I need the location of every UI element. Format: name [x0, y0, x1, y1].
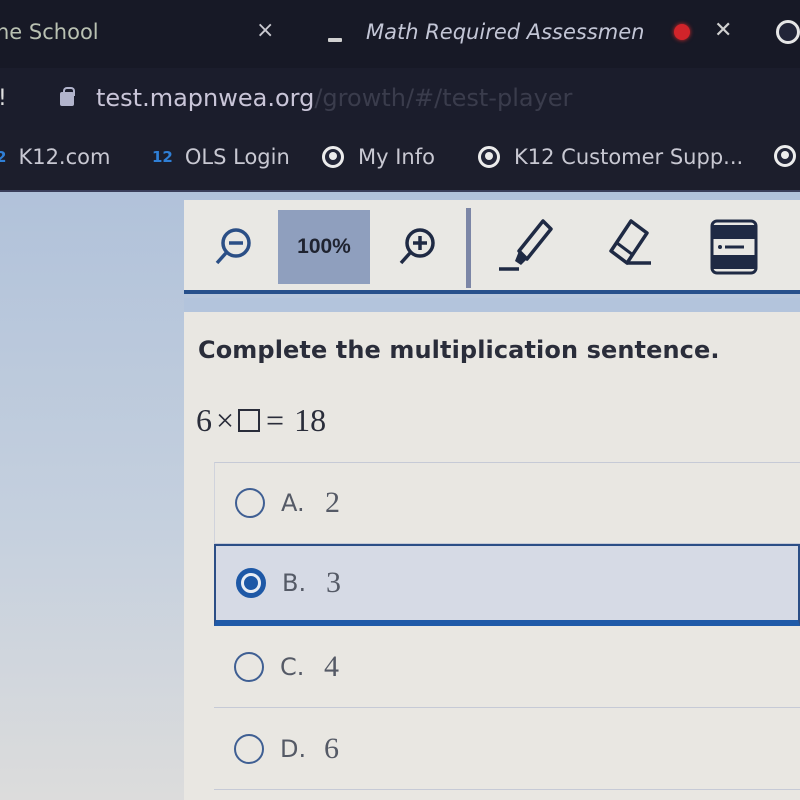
zoom-in-icon	[399, 228, 435, 265]
zoom-out-icon	[215, 228, 251, 265]
bookmark-k12-support[interactable]: K12 Customer Supp...	[478, 145, 743, 169]
url-host: test.mapnwea.org	[96, 84, 315, 112]
lock-icon[interactable]	[60, 87, 75, 106]
equation-equals: =	[266, 402, 285, 438]
option-letter: A.	[281, 489, 305, 517]
eraser-button[interactable]	[596, 210, 666, 284]
bookmark-k12[interactable]: 2 K12.com	[0, 145, 110, 169]
bookmark-label: K12.com	[18, 145, 111, 169]
blank-box	[238, 409, 261, 432]
zoom-level: 100%	[278, 210, 370, 284]
reload-icon[interactable]: !	[0, 86, 7, 111]
k12-icon: 2	[0, 148, 7, 166]
option-value: 3	[326, 566, 341, 599]
option-a[interactable]: A. 2	[214, 462, 800, 544]
recording-icon	[674, 24, 690, 40]
option-value: 2	[325, 486, 340, 519]
bookmark-more[interactable]	[774, 145, 800, 167]
highlighter-icon	[499, 219, 553, 271]
question-prompt: Complete the multiplication sentence.	[198, 336, 720, 364]
option-c[interactable]: C. 4	[214, 626, 800, 708]
test-toolbar: 100%	[184, 200, 800, 294]
radio-unchecked-icon[interactable]	[235, 488, 265, 518]
equation-right: 18	[294, 402, 327, 438]
line-reader-button[interactable]	[702, 210, 766, 284]
option-letter: D.	[280, 734, 307, 763]
radio-checked-icon[interactable]	[236, 568, 266, 598]
k12-icon: 12	[152, 148, 173, 166]
option-value: 4	[324, 649, 339, 683]
eraser-icon	[609, 219, 651, 265]
radio-unchecked-icon[interactable]	[234, 733, 264, 764]
url-path: /growth/#/test-player	[314, 84, 573, 112]
option-d[interactable]: D. 6	[214, 708, 800, 790]
highlighter-button[interactable]	[490, 210, 560, 284]
bookmark-label: My Info	[358, 145, 435, 169]
tab-online-school[interactable]: ne School	[0, 20, 99, 44]
option-letter: C.	[280, 652, 305, 681]
zoom-out-button[interactable]	[206, 210, 262, 284]
bookmark-label: OLS Login	[184, 145, 290, 169]
equation: 6 × = 18	[196, 402, 326, 439]
bookmark-my-info[interactable]: My Info	[322, 145, 435, 169]
equation-left: 6	[196, 402, 212, 438]
globe-icon[interactable]	[776, 20, 800, 44]
line-reader-icon	[710, 219, 758, 275]
tab-close-icon[interactable]: ×	[256, 18, 274, 43]
url-field[interactable]: test.mapnwea.org/growth/#/test-player	[96, 84, 572, 112]
toolbar-underband	[184, 298, 800, 312]
radio-unchecked-icon[interactable]	[234, 651, 264, 682]
minimize-icon[interactable]	[328, 38, 342, 42]
answer-options: A. 2 B. 3 C. 4 D. 6	[214, 462, 800, 790]
equation-operator: ×	[216, 402, 235, 438]
option-b[interactable]: B. 3	[214, 544, 800, 626]
mute-tab-icon[interactable]: ✕	[714, 18, 732, 43]
zoom-in-button[interactable]	[390, 210, 446, 284]
bookmark-label: K12 Customer Supp...	[514, 145, 744, 169]
tab-math-assessment[interactable]: Math Required Assessmen	[366, 20, 645, 44]
option-value: 6	[324, 731, 339, 765]
option-letter: B.	[282, 569, 307, 597]
globe-icon	[774, 145, 796, 167]
globe-icon	[478, 146, 500, 168]
bookmark-ols-login[interactable]: 12 OLS Login	[152, 145, 290, 169]
toolbar-divider	[466, 208, 471, 288]
globe-icon	[322, 146, 344, 168]
